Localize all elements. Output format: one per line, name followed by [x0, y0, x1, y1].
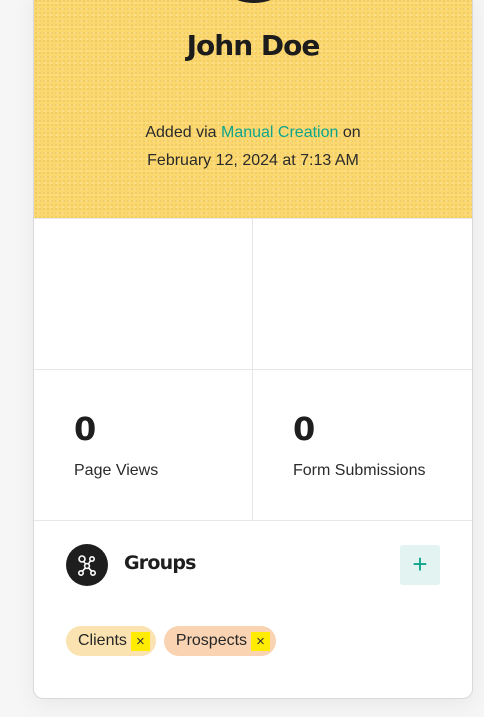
added-suffix: on	[342, 124, 361, 141]
groups-section: Groups + Clients × Prospects ×	[34, 521, 472, 698]
tag-clients: Clients ×	[66, 626, 156, 656]
form-submissions-label: Form Submissions	[293, 462, 426, 479]
contact-card: John Doe Added via Manual Creation on Fe…	[33, 0, 473, 699]
empty-stat-cell	[253, 219, 472, 370]
added-date: February 12, 2024 at 7:13 AM	[147, 152, 359, 169]
added-info: Added via Manual Creation on February 12…	[34, 119, 472, 175]
page-views-value: 0	[74, 410, 97, 448]
group-tags: Clients × Prospects ×	[66, 626, 277, 656]
plus-icon: +	[412, 549, 428, 579]
close-icon[interactable]: ×	[130, 631, 150, 651]
contact-header: John Doe Added via Manual Creation on Fe…	[34, 0, 472, 219]
source-link[interactable]: Manual Creation	[221, 124, 338, 141]
page-views-stat: 0 Page Views	[34, 370, 253, 521]
empty-stat-cell	[34, 219, 253, 370]
tag-prospects: Prospects ×	[163, 626, 277, 656]
page-views-label: Page Views	[74, 462, 159, 479]
form-submissions-value: 0	[293, 410, 316, 448]
tag-label: Clients	[78, 632, 127, 649]
added-prefix: Added via	[145, 124, 217, 141]
groups-title: Groups	[124, 552, 196, 574]
tag-label: Prospects	[175, 632, 248, 649]
form-submissions-stat: 0 Form Submissions	[253, 370, 472, 521]
add-group-button[interactable]: +	[400, 545, 440, 585]
close-icon[interactable]: ×	[251, 631, 271, 651]
network-icon	[66, 544, 108, 586]
contact-name: John Doe	[186, 29, 321, 62]
avatar	[219, 0, 289, 3]
